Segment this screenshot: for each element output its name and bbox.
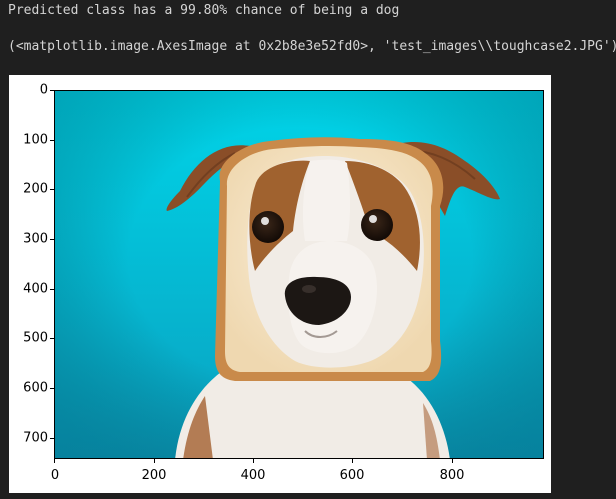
y-tick-label: 400: [23, 281, 48, 297]
x-tick-mark: [253, 459, 254, 463]
y-tick-label: 200: [23, 181, 48, 197]
x-tick-label: 600: [339, 468, 365, 483]
x-tick-label: 0: [50, 468, 60, 483]
x-tick-label: 400: [240, 468, 266, 483]
x-tick-mark: [452, 459, 453, 463]
y-tick-label: 500: [23, 330, 48, 346]
x-tick-mark: [352, 459, 353, 463]
matplotlib-figure: 0 100 200 300 400 500 600 700 0 200 400 …: [9, 75, 551, 493]
y-tick-label: 600: [23, 380, 48, 396]
x-tick-mark: [154, 459, 155, 463]
y-tick-label: 700: [23, 430, 48, 446]
dog-in-bread-photo: [55, 91, 543, 458]
x-tick-label: 800: [439, 468, 465, 483]
y-tick-label: 100: [23, 132, 48, 148]
output-line-prediction: Predicted class has a 99.80% chance of b…: [8, 3, 400, 18]
y-tick-label: 300: [23, 231, 48, 247]
dog-right-eye: [361, 209, 393, 241]
output-line-return-value: (<matplotlib.image.AxesImage at 0x2b8e3e…: [8, 39, 616, 54]
x-tick-mark: [54, 459, 55, 463]
dog-left-eye: [252, 211, 284, 243]
x-tick-label: 200: [141, 468, 167, 483]
image-axes: [54, 90, 544, 459]
y-tick-label: 0: [39, 82, 48, 98]
